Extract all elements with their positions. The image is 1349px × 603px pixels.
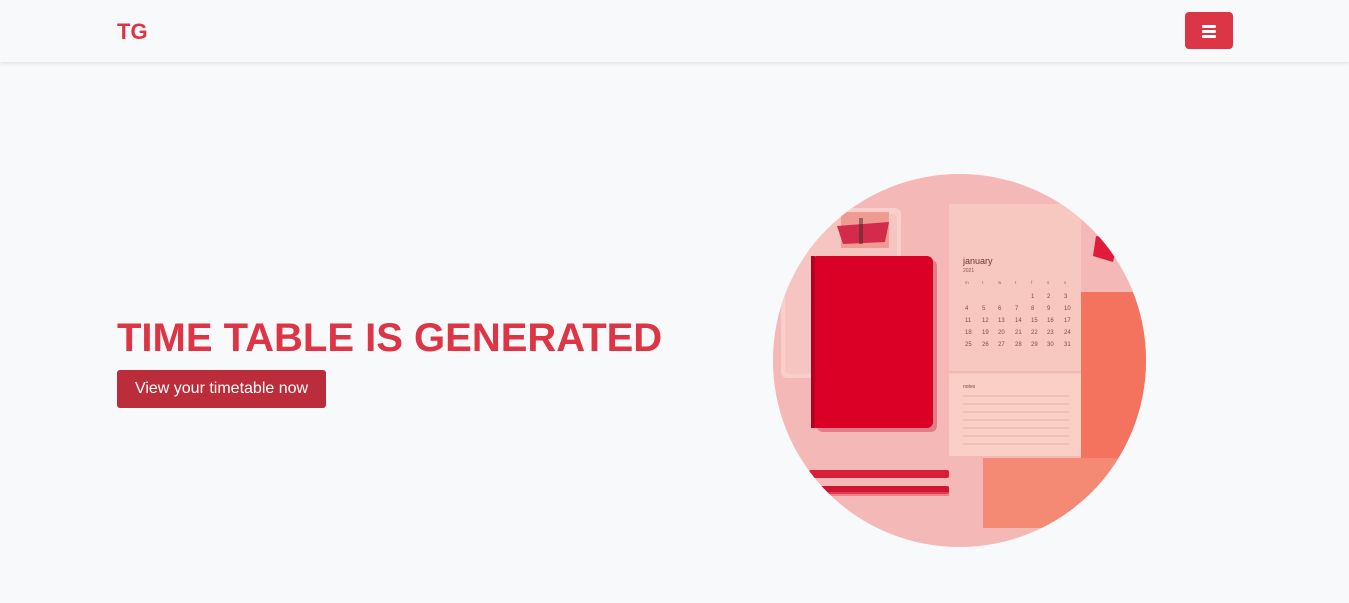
calendar-day: 28 <box>1015 342 1022 348</box>
calendar-day: 29 <box>1031 342 1038 348</box>
svg-text:notes: notes <box>963 384 976 390</box>
brand-logo[interactable]: TG <box>117 19 148 45</box>
svg-text:january: january <box>962 256 993 266</box>
calendar-day: 12 <box>982 318 989 324</box>
calendar-day: 26 <box>982 342 989 348</box>
hero-title: TIME TABLE IS GENERATED <box>117 316 663 360</box>
calendar-day: 18 <box>965 330 972 336</box>
menu-toggle-button[interactable] <box>1185 12 1233 49</box>
svg-text:2021: 2021 <box>963 268 974 274</box>
calendar-day: 24 <box>1064 330 1071 336</box>
calendar-day: 30 <box>1047 342 1054 348</box>
calendar-day: 17 <box>1064 318 1071 324</box>
view-timetable-button[interactable]: View your timetable now <box>117 370 326 408</box>
calendar-weekday: m <box>965 280 969 285</box>
calendar-day: 16 <box>1047 318 1054 324</box>
calendar-day: 23 <box>1047 330 1054 336</box>
calendar-day: 13 <box>998 318 1005 324</box>
hero-image: january 2021 mtwtfss 1 2 3 4 5 6 7 8 9 10 11 12 13 14… <box>773 174 1146 547</box>
calendar-day: 10 <box>1064 306 1071 312</box>
calendar-day: 22 <box>1031 330 1038 336</box>
calendar-day: 31 <box>1064 342 1071 348</box>
navbar: TG <box>0 0 1349 62</box>
calendar-day: 20 <box>998 330 1005 336</box>
calendar-photo: january 2021 mtwtfss 1 2 34 5 6 7 8 9 1011 12 13 14… <box>773 174 1146 547</box>
calendar-day: 19 <box>982 330 989 336</box>
calendar-day: 14 <box>1015 318 1022 324</box>
calendar-day: 25 <box>965 342 972 348</box>
calendar-day: 11 <box>965 318 972 324</box>
calendar-day: 27 <box>998 342 1005 348</box>
calendar-day: 21 <box>1015 330 1022 336</box>
calendar-day: 15 <box>1031 318 1038 324</box>
